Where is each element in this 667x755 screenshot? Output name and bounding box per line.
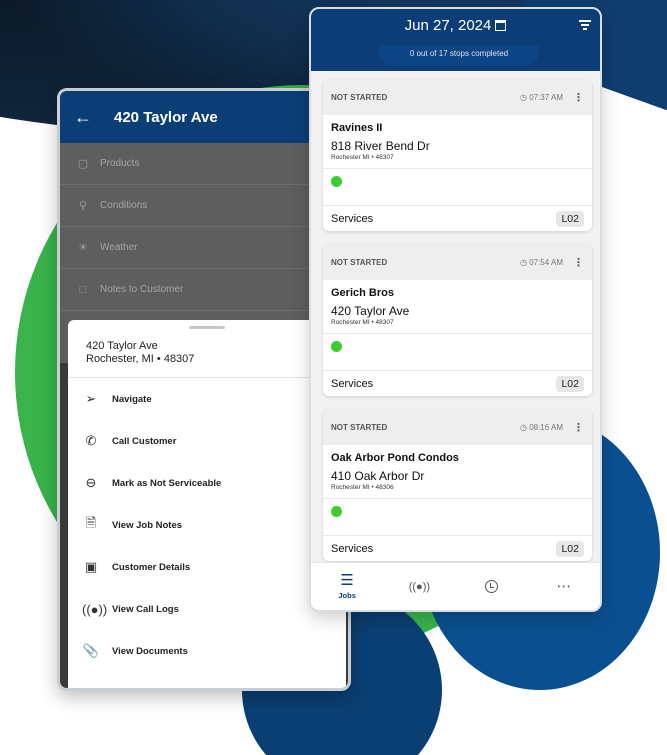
- status-badge: NOT STARTED: [331, 257, 388, 267]
- job-services: Services L02: [323, 370, 592, 396]
- action-label: Customer Details: [112, 561, 191, 573]
- row-label: Conditions: [100, 200, 148, 211]
- job-services: Services L02: [323, 535, 592, 561]
- box-icon: ▢: [77, 158, 89, 170]
- clock-icon: [485, 580, 499, 593]
- action-bottom-sheet: 420 Taylor Ave Rochester, MI • 48307 ➢ N…: [68, 320, 346, 688]
- services-label: Services: [331, 542, 374, 555]
- job-street: 410 Oak Arbor Dr: [331, 469, 425, 483]
- row-label: Notes to Customer: [100, 284, 184, 295]
- job-detail-phone: ← 420 Taylor Ave ▢ Products ⚲ Conditions…: [57, 88, 351, 691]
- services-label: Services: [331, 377, 374, 390]
- action-label: Call Customer: [112, 435, 177, 447]
- view-job-notes-button[interactable]: 🗎 View Job Notes: [68, 504, 346, 546]
- job-card-header: NOT STARTED ◷ 08:16 AM ⋮: [323, 409, 592, 445]
- job-street: 420 Taylor Ave: [331, 304, 410, 318]
- phone-icon: ✆: [85, 433, 97, 448]
- more-icon: ⋯: [556, 577, 572, 595]
- view-call-logs-button[interactable]: ((●)) View Call Logs: [68, 588, 346, 630]
- status-dot-icon: [331, 176, 342, 187]
- document-icon: 🗎: [85, 515, 97, 530]
- more-vertical-icon[interactable]: ⋮: [573, 421, 584, 434]
- date-selector[interactable]: Jun 27, 2024: [311, 17, 600, 34]
- job-card[interactable]: NOT STARTED ◷ 07:54 AM ⋮ Gerich Bros 420…: [323, 244, 592, 396]
- action-label: View Documents: [112, 645, 188, 657]
- row-label: Products: [100, 158, 140, 169]
- job-city: Rochester MI • 48307: [323, 153, 592, 169]
- job-street: 818 River Bend Dr: [331, 139, 430, 153]
- customer-details-button[interactable]: ▣ Customer Details: [68, 546, 346, 588]
- row-notes[interactable]: □ Notes to Customer: [60, 269, 348, 311]
- navigate-button[interactable]: ➢ Navigate: [68, 378, 346, 420]
- job-card[interactable]: NOT STARTED ◷ 08:16 AM ⋮ Oak Arbor Pond …: [323, 409, 592, 561]
- job-services: Services L02: [323, 205, 592, 231]
- job-card-header: NOT STARTED ◷ 07:54 AM ⋮: [323, 244, 592, 280]
- service-code-badge: L02: [556, 540, 584, 557]
- location-icon: ⚲: [78, 200, 88, 212]
- nav-more[interactable]: ⋯: [528, 563, 600, 610]
- weather-icon: ☀: [78, 242, 88, 254]
- nav-history[interactable]: [456, 563, 528, 610]
- action-label: Mark as Not Serviceable: [112, 477, 222, 489]
- call-icon: ((●)): [408, 580, 431, 593]
- address-line-1: 420 Taylor Ave: [86, 340, 158, 352]
- job-city: Rochester MI • 48307: [323, 318, 592, 334]
- job-card-header: NOT STARTED ◷ 07:37 AM ⋮: [323, 79, 592, 115]
- call-customer-button[interactable]: ✆ Call Customer: [68, 420, 346, 462]
- view-documents-button[interactable]: 📎 View Documents: [68, 630, 346, 672]
- more-vertical-icon[interactable]: ⋮: [573, 91, 584, 104]
- call-log-icon: ((●)): [82, 601, 108, 617]
- navigate-icon: ➢: [85, 391, 97, 406]
- status-dot-icon: [331, 341, 342, 352]
- job-card[interactable]: NOT STARTED ◷ 07:37 AM ⋮ Ravines II 818 …: [323, 79, 592, 231]
- status-badge: NOT STARTED: [331, 422, 388, 432]
- services-label: Services: [331, 212, 374, 225]
- mark-not-serviceable-button[interactable]: ⊖ Mark as Not Serviceable: [68, 462, 346, 504]
- row-weather[interactable]: ☀ Weather: [60, 227, 348, 269]
- more-vertical-icon[interactable]: ⋮: [573, 256, 584, 269]
- paperclip-icon: 📎: [82, 643, 100, 658]
- nav-jobs[interactable]: ☰ Jobs: [311, 563, 383, 610]
- nav-calls[interactable]: ((●)): [383, 563, 455, 610]
- bottom-nav: ☰ Jobs ((●)) ⋯: [311, 562, 600, 610]
- stops-progress: 0 out of 17 stops completed: [379, 45, 539, 65]
- date-label: Jun 27, 2024: [404, 17, 492, 34]
- sheet-address: 420 Taylor Ave Rochester, MI • 48307: [68, 329, 346, 378]
- not-serviceable-icon: ⊖: [85, 475, 97, 490]
- arrow-left-icon[interactable]: ←: [74, 107, 92, 128]
- action-label: Navigate: [112, 393, 152, 405]
- note-icon: □: [79, 283, 87, 296]
- filter-icon[interactable]: [579, 20, 591, 32]
- address-line-2: Rochester, MI • 48307: [86, 353, 195, 365]
- job-name: Oak Arbor Pond Condos: [331, 452, 459, 464]
- nav-jobs-label: Jobs: [338, 591, 356, 600]
- job-name: Gerich Bros: [331, 287, 394, 299]
- jobs-header: Jun 27, 2024 0 out of 17 stops completed: [311, 9, 600, 71]
- row-conditions[interactable]: ⚲ Conditions: [60, 185, 348, 227]
- jobs-list-phone: Jun 27, 2024 0 out of 17 stops completed…: [309, 7, 602, 612]
- customer-icon: ▣: [84, 559, 98, 574]
- status-dot-icon: [331, 506, 342, 517]
- action-label: View Job Notes: [112, 519, 183, 531]
- job-name: Ravines II: [331, 122, 383, 134]
- job-time: ◷ 07:54 AM: [519, 257, 563, 267]
- job-time: ◷ 07:37 AM: [519, 92, 563, 102]
- job-city: Rochester MI • 48306: [323, 483, 592, 499]
- row-label: Weather: [100, 242, 138, 253]
- list-icon: ☰: [340, 572, 354, 589]
- row-products[interactable]: ▢ Products: [60, 143, 348, 185]
- service-code-badge: L02: [556, 375, 584, 392]
- service-code-badge: L02: [556, 210, 584, 227]
- status-badge: NOT STARTED: [331, 92, 388, 102]
- calendar-icon: [495, 20, 507, 31]
- action-label: View Call Logs: [112, 603, 179, 615]
- job-detail-header: ← 420 Taylor Ave: [60, 91, 348, 143]
- job-detail-title: 420 Taylor Ave: [114, 108, 218, 126]
- job-time: ◷ 08:16 AM: [519, 422, 563, 432]
